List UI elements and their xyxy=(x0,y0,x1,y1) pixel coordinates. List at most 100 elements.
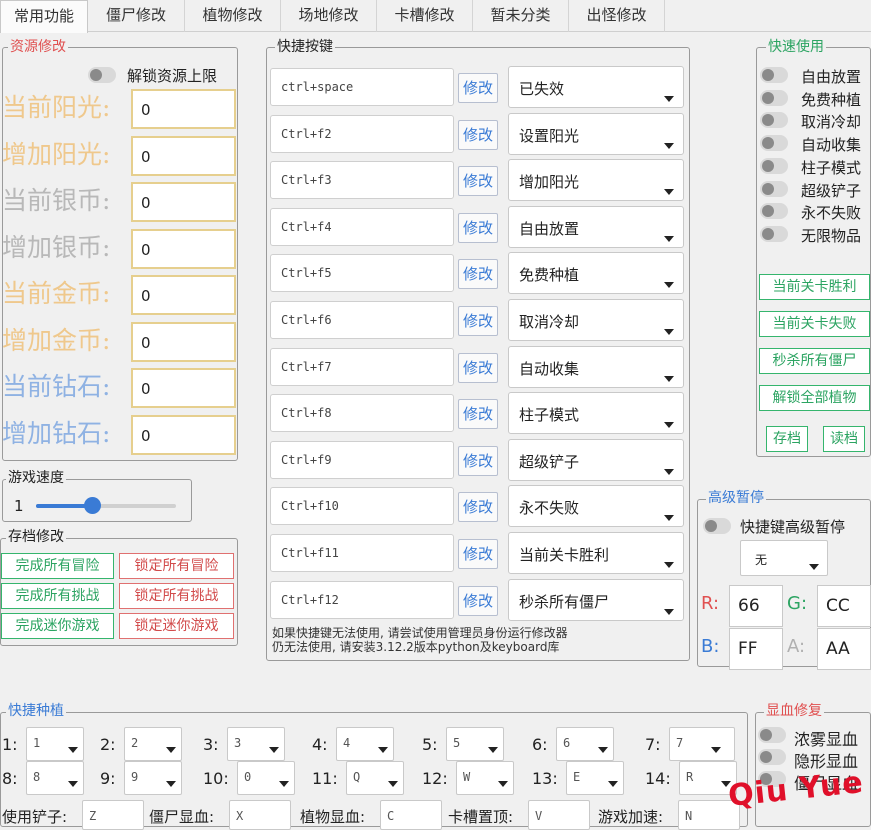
hotkey-action-combo[interactable]: 已失效 xyxy=(508,66,684,108)
resource-input[interactable]: 0 xyxy=(131,275,236,315)
hotkey-action-combo[interactable]: 免费种植 xyxy=(508,252,684,295)
planting-slot-combo[interactable]: W xyxy=(456,761,514,795)
hotkey-edit-button[interactable]: 修改 xyxy=(458,119,498,150)
quick-toggle[interactable] xyxy=(760,89,788,106)
planting-slot-combo[interactable]: 3 xyxy=(227,727,285,761)
planting-slot-combo[interactable]: 6 xyxy=(556,727,614,761)
hotkey-edit-button[interactable]: 修改 xyxy=(458,539,498,569)
tab-plant[interactable]: 植物修改 xyxy=(185,0,281,32)
hotkey-edit-button[interactable]: 修改 xyxy=(458,166,498,197)
hotkey-input[interactable]: Ctrl+f10 xyxy=(270,487,454,526)
planting-slot-combo[interactable]: 0 xyxy=(237,761,295,795)
hotkey-input[interactable]: Ctrl+f8 xyxy=(270,394,454,433)
color-channel-input[interactable]: AA xyxy=(817,628,871,670)
lock-button[interactable]: 锁定迷你游戏 xyxy=(119,613,234,639)
hotkey-action-combo[interactable]: 超级铲子 xyxy=(508,438,684,481)
planting-slot-combo[interactable]: 4 xyxy=(336,727,394,761)
hotkey-input[interactable]: Ctrl+f11 xyxy=(270,534,454,572)
hotkey-edit-button[interactable]: 修改 xyxy=(458,259,498,290)
planting-slot-combo[interactable]: 2 xyxy=(124,727,182,761)
hp-toggle[interactable] xyxy=(758,749,786,765)
planting-slot-combo[interactable]: 8 xyxy=(26,761,84,795)
hotkey-action-combo[interactable]: 自动收集 xyxy=(508,345,684,388)
resource-input[interactable]: 0 xyxy=(131,89,236,129)
quick-toggle[interactable] xyxy=(760,135,788,152)
resource-input[interactable]: 0 xyxy=(131,321,236,362)
planting-slot-combo[interactable]: 1 xyxy=(26,727,84,761)
planting-slot-combo[interactable]: Q xyxy=(346,761,404,795)
hotkey-input[interactable]: Ctrl+f3 xyxy=(270,161,454,200)
speed-slider-handle[interactable] xyxy=(84,497,101,514)
hp-toggle[interactable] xyxy=(758,727,786,743)
hotkey-action-combo[interactable]: 秒杀所有僵尸 xyxy=(508,578,684,621)
tab-uncategorized[interactable]: 暂未分类 xyxy=(473,0,569,32)
lock-button[interactable]: 锁定所有冒险 xyxy=(119,553,234,579)
resource-input[interactable]: 0 xyxy=(131,135,236,176)
tab-common[interactable]: 常用功能 xyxy=(0,0,88,33)
planting-slot-combo[interactable]: 5 xyxy=(446,727,504,761)
resource-input[interactable]: 0 xyxy=(131,228,236,269)
quick-toggle[interactable] xyxy=(760,67,788,83)
quick-action-button[interactable]: 当前关卡胜利 xyxy=(759,274,870,300)
lock-button[interactable]: 锁定所有挑战 xyxy=(119,583,234,609)
quick-toggle[interactable] xyxy=(760,203,788,220)
pause-toggle[interactable] xyxy=(703,518,731,534)
complete-button[interactable]: 完成所有冒险 xyxy=(1,553,114,579)
hotkey-input[interactable]: Ctrl+f9 xyxy=(270,440,454,479)
hotkey-input[interactable]: Ctrl+f6 xyxy=(270,301,454,339)
hotkey-edit-button[interactable]: 修改 xyxy=(458,352,498,383)
tab-field[interactable]: 场地修改 xyxy=(281,0,377,32)
quick-toggle[interactable] xyxy=(760,112,788,129)
color-channel-input[interactable]: FF xyxy=(729,628,783,670)
resource-input[interactable]: 0 xyxy=(131,368,236,408)
load-archive-button[interactable]: 读档 xyxy=(823,426,865,452)
hotkey-input[interactable]: ctrl+space xyxy=(270,68,454,106)
planting-slot-combo[interactable]: 9 xyxy=(124,761,182,795)
hotkey-input[interactable]: Ctrl+f7 xyxy=(270,347,454,386)
hotkey-action-combo[interactable]: 当前关卡胜利 xyxy=(508,532,684,574)
planting-bottom-combo[interactable]: C xyxy=(380,800,442,830)
hotkey-edit-button[interactable]: 修改 xyxy=(458,445,498,476)
hotkey-input[interactable]: Ctrl+f2 xyxy=(270,114,454,153)
resource-input[interactable]: 0 xyxy=(131,414,236,455)
tab-spawn[interactable]: 出怪修改 xyxy=(569,0,665,32)
tab-slot[interactable]: 卡槽修改 xyxy=(377,0,473,32)
unlock-toggle[interactable] xyxy=(88,67,116,83)
hotkey-edit-button[interactable]: 修改 xyxy=(458,585,498,616)
color-channel-input[interactable]: 66 xyxy=(729,585,783,627)
quick-action-button[interactable]: 解锁全部植物 xyxy=(759,385,870,411)
hotkey-input[interactable]: Ctrl+f4 xyxy=(270,207,454,246)
hotkey-action-combo[interactable]: 取消冷却 xyxy=(508,299,684,341)
hotkey-input[interactable]: Ctrl+f12 xyxy=(270,580,454,619)
hotkey-edit-button[interactable]: 修改 xyxy=(458,492,498,523)
quick-action-button[interactable]: 秒杀所有僵尸 xyxy=(759,348,870,374)
planting-bottom-combo[interactable]: X xyxy=(229,800,291,830)
quick-toggle[interactable] xyxy=(760,180,788,197)
hotkey-edit-button[interactable]: 修改 xyxy=(458,212,498,243)
tab-zombie[interactable]: 僵尸修改 xyxy=(88,0,185,32)
hotkey-edit-button[interactable]: 修改 xyxy=(458,399,498,430)
color-channel-input[interactable]: CC xyxy=(817,585,871,627)
planting-bottom-combo[interactable]: Z xyxy=(82,800,144,830)
pause-title: 高级暂停 xyxy=(706,490,766,506)
resource-input[interactable]: 0 xyxy=(131,182,236,222)
chevron-down-icon xyxy=(166,781,176,787)
hotkey-action-combo[interactable]: 设置阳光 xyxy=(508,112,684,155)
planting-slot-combo[interactable]: 7 xyxy=(669,727,735,761)
hotkey-action-combo[interactable]: 柱子模式 xyxy=(508,392,684,435)
hotkey-action-combo[interactable]: 自由放置 xyxy=(508,205,684,248)
planting-bottom-combo[interactable]: V xyxy=(528,800,590,830)
planting-slot-combo[interactable]: E xyxy=(566,761,624,795)
hotkey-action-combo[interactable]: 永不失败 xyxy=(508,485,684,528)
hotkey-input[interactable]: Ctrl+f5 xyxy=(270,254,454,293)
hotkey-edit-button[interactable]: 修改 xyxy=(458,306,498,336)
pause-combo[interactable]: 无 xyxy=(740,540,828,576)
hotkey-action-combo[interactable]: 增加阳光 xyxy=(508,159,684,202)
save-archive-button[interactable]: 存档 xyxy=(766,426,808,452)
quick-action-button[interactable]: 当前关卡失败 xyxy=(759,311,870,337)
hotkey-edit-button[interactable]: 修改 xyxy=(458,73,498,103)
quick-toggle[interactable] xyxy=(760,225,788,242)
complete-button[interactable]: 完成迷你游戏 xyxy=(1,613,114,639)
quick-toggle[interactable] xyxy=(760,157,788,174)
complete-button[interactable]: 完成所有挑战 xyxy=(1,583,114,609)
